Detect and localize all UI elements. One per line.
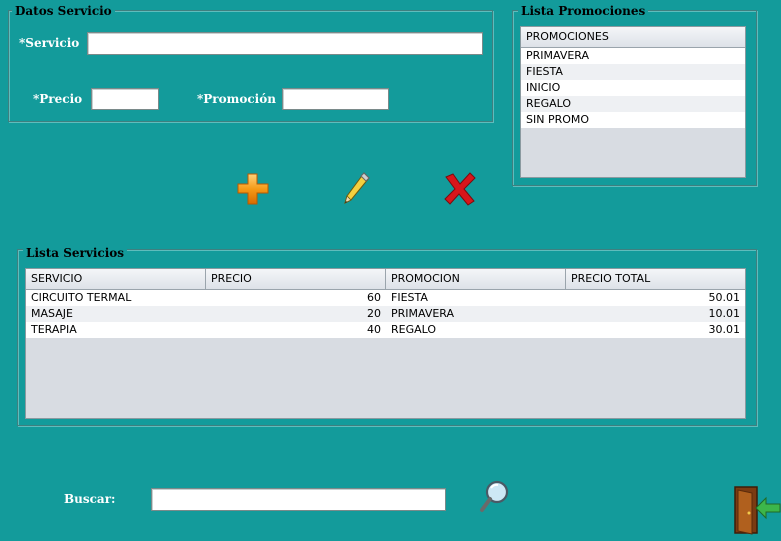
servicio-cell: 40: [367, 323, 381, 336]
promocion-row[interactable]: FIESTA: [521, 64, 745, 80]
servicio-cell: 10.01: [708, 307, 741, 320]
servicios-table[interactable]: SERVICIO PRECIO PROMOCION PRECIO TOTAL CIRC…: [25, 268, 746, 419]
magnifier-icon: [480, 480, 509, 512]
promocion-row[interactable]: PRIMAVERA: [521, 48, 745, 64]
servicio-cell: 20: [367, 307, 381, 320]
servicios-header-row: SERVICIO PRECIO PROMOCION PRECIO TOTAL: [26, 269, 745, 290]
servicios-column-header[interactable]: PROMOCION: [386, 269, 566, 289]
plus-icon: [237, 173, 269, 205]
promocion-label: *Promoción: [197, 92, 276, 106]
promociones-table[interactable]: PROMOCIONES PRIMAVERA FIESTA INICIO REGALO S…: [520, 26, 746, 178]
servicio-cell: PRIMAVERA: [391, 307, 455, 320]
promociones-column-header[interactable]: PROMOCIONES: [521, 27, 745, 47]
promocion-cell: REGALO: [526, 97, 572, 110]
servicio-cell: CIRCUITO TERMAL: [31, 291, 132, 304]
servicio-cell: 60: [367, 291, 381, 304]
buscar-input[interactable]: [151, 488, 446, 511]
datos-servicio-title: Datos Servicio: [12, 4, 115, 18]
servicios-column-header[interactable]: PRECIO: [206, 269, 386, 289]
servicio-cell: 30.01: [708, 323, 741, 336]
pencil-icon: [344, 172, 370, 204]
edit-button[interactable]: [338, 170, 374, 208]
add-button[interactable]: [234, 170, 272, 208]
servicio-label: *Servicio: [19, 36, 80, 50]
servicio-cell: TERAPIA: [31, 323, 77, 336]
servicios-column-header[interactable]: SERVICIO: [26, 269, 206, 289]
promociones-header-row: PROMOCIONES: [521, 27, 745, 48]
promocion-input[interactable]: [282, 88, 389, 110]
servicio-row[interactable]: CIRCUITO TERMAL 60 FIESTA 50.01: [26, 290, 745, 306]
servicio-input[interactable]: [87, 32, 483, 55]
promocion-cell: SIN PROMO: [526, 113, 590, 126]
search-button[interactable]: [478, 479, 512, 515]
promocion-cell: INICIO: [526, 81, 561, 94]
lista-servicios-title: Lista Servicios: [23, 246, 128, 260]
servicio-cell: REGALO: [391, 323, 437, 336]
servicio-row[interactable]: TERAPIA 40 REGALO 30.01: [26, 322, 745, 338]
delete-button[interactable]: [441, 170, 479, 208]
red-x-icon: [444, 172, 476, 206]
servicios-column-header[interactable]: PRECIO TOTAL: [566, 269, 745, 289]
exit-door-icon: [734, 486, 781, 535]
buscar-label: Buscar:: [64, 492, 116, 506]
servicio-cell: FIESTA: [391, 291, 428, 304]
lista-promociones-title: Lista Promociones: [518, 4, 649, 18]
precio-label: *Precio: [33, 92, 83, 106]
exit-button[interactable]: [732, 484, 781, 537]
promocion-row[interactable]: REGALO: [521, 96, 745, 112]
promocion-row[interactable]: SIN PROMO: [521, 112, 745, 128]
servicio-cell: MASAJE: [31, 307, 73, 320]
precio-input[interactable]: [91, 88, 159, 110]
promocion-cell: PRIMAVERA: [526, 49, 590, 62]
promocion-row[interactable]: INICIO: [521, 80, 745, 96]
promocion-cell: FIESTA: [526, 65, 563, 78]
servicio-cell: 50.01: [708, 291, 741, 304]
servicio-row[interactable]: MASAJE 20 PRIMAVERA 10.01: [26, 306, 745, 322]
